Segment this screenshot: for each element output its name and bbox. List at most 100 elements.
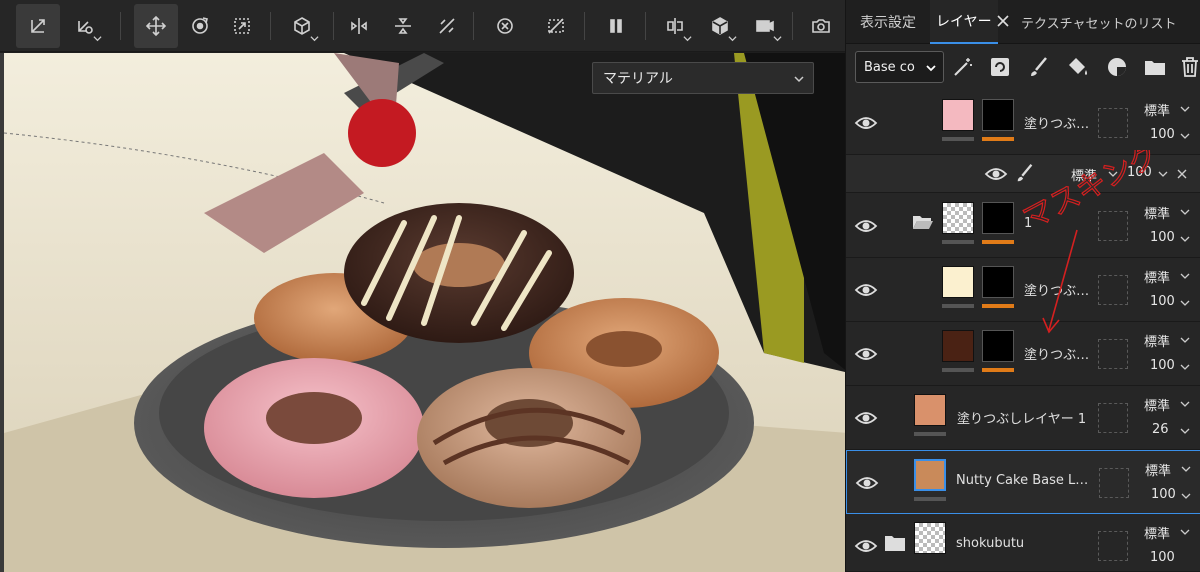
orbit-icon bbox=[192, 17, 208, 34]
separator bbox=[584, 12, 585, 40]
layer-name[interactable]: 塗りつぶ… bbox=[1024, 344, 1094, 363]
channel-dropdown[interactable]: Base co bbox=[855, 51, 944, 83]
mirror-x-button[interactable] bbox=[337, 4, 381, 48]
separator bbox=[333, 12, 334, 40]
3d-cube-button[interactable] bbox=[698, 4, 742, 48]
blend-mode[interactable]: 標準 bbox=[1144, 267, 1170, 286]
layer-name[interactable]: shokubutu bbox=[956, 536, 1024, 551]
mask-thumbnail[interactable] bbox=[982, 99, 1014, 131]
blend-mode[interactable]: 標準 bbox=[1144, 331, 1170, 350]
tab-texture-set-list[interactable]: テクスチャセットのリスト bbox=[1021, 0, 1176, 44]
eye-icon[interactable] bbox=[854, 534, 878, 558]
folder-icon[interactable] bbox=[884, 534, 906, 552]
opacity-value[interactable]: 100 bbox=[1151, 487, 1176, 502]
eye-icon[interactable] bbox=[854, 111, 878, 135]
3d-viewport[interactable]: マテリアル bbox=[0, 53, 845, 572]
layer-thumbnail bbox=[942, 330, 974, 362]
close-icon[interactable] bbox=[996, 14, 1010, 28]
cube-view-button[interactable] bbox=[280, 4, 324, 48]
add-effect-button[interactable] bbox=[950, 54, 976, 80]
layer-name[interactable]: 塗りつぶ… bbox=[1024, 113, 1094, 132]
mask-thumbnail[interactable] bbox=[982, 266, 1014, 298]
add-paint-layer-button[interactable] bbox=[1026, 54, 1052, 80]
hide-selection-button[interactable] bbox=[534, 4, 578, 48]
mask-thumbnail[interactable] bbox=[982, 202, 1014, 234]
move-button[interactable] bbox=[134, 4, 178, 48]
thumbnail-bar bbox=[942, 240, 974, 244]
mask-thumbnail[interactable] bbox=[982, 330, 1014, 362]
opacity-value[interactable]: 100 bbox=[1150, 550, 1175, 565]
effect-row[interactable]: 標準 100 bbox=[846, 155, 1200, 193]
layer-name[interactable]: Nutty Cake Base L… bbox=[956, 473, 1094, 488]
opacity-value[interactable]: 26 bbox=[1152, 422, 1169, 437]
tab-layers[interactable]: レイヤー bbox=[930, 0, 998, 44]
material-dropdown[interactable]: マテリアル bbox=[592, 62, 814, 94]
split-view-button[interactable] bbox=[653, 4, 697, 48]
blend-mode[interactable]: 標準 bbox=[1144, 100, 1170, 119]
folder-icon bbox=[1145, 61, 1165, 75]
layer-row[interactable]: 塗りつぶ… 標準 100 bbox=[846, 258, 1200, 322]
folder-open-icon[interactable] bbox=[912, 212, 934, 232]
effect-opacity[interactable]: 100 bbox=[1127, 165, 1152, 180]
blend-mode[interactable]: 標準 bbox=[1144, 523, 1170, 542]
blend-mode[interactable]: 標準 bbox=[1144, 395, 1170, 414]
thumbnail-bar bbox=[942, 368, 974, 372]
opacity-value[interactable]: 100 bbox=[1150, 294, 1175, 309]
layer-row[interactable]: 塗りつぶ… 標準 100 bbox=[846, 91, 1200, 155]
opacity-value[interactable]: 100 bbox=[1150, 358, 1175, 373]
reset-view-button[interactable] bbox=[483, 4, 527, 48]
eye-icon[interactable] bbox=[855, 471, 879, 495]
opacity-value[interactable]: 100 bbox=[1150, 230, 1175, 245]
eye-icon[interactable] bbox=[854, 342, 878, 366]
mirror-x-icon bbox=[351, 18, 367, 34]
layer-row[interactable]: 塗りつぶ… 標準 100 bbox=[846, 322, 1200, 386]
layer-name[interactable]: 塗りつぶしレイヤー 1 bbox=[957, 408, 1086, 427]
blend-mode[interactable]: 標準 bbox=[1145, 460, 1171, 479]
effect-blend-mode[interactable]: 標準 bbox=[1071, 165, 1097, 184]
chevron-down-icon bbox=[1180, 529, 1190, 535]
layer-slot bbox=[1098, 339, 1128, 369]
layer-slot bbox=[1098, 275, 1128, 305]
transform-button[interactable] bbox=[16, 4, 60, 48]
eye-icon[interactable] bbox=[854, 278, 878, 302]
separator bbox=[645, 12, 646, 40]
thumbnail-bar bbox=[942, 304, 974, 308]
layer-name[interactable]: 1 bbox=[1024, 216, 1032, 231]
camera-button[interactable] bbox=[743, 4, 787, 48]
screenshot-button[interactable] bbox=[799, 4, 843, 48]
layer-slot bbox=[1099, 468, 1129, 498]
add-folder-button[interactable] bbox=[1142, 54, 1168, 80]
mirror-diagonal-button[interactable] bbox=[425, 4, 469, 48]
close-icon[interactable] bbox=[1176, 168, 1188, 180]
chevron-down-icon bbox=[310, 36, 319, 42]
layer-row-selected[interactable]: Nutty Cake Base L… 標準 100 bbox=[846, 450, 1200, 514]
opacity-value[interactable]: 100 bbox=[1150, 127, 1175, 142]
chevron-down-icon bbox=[1180, 428, 1190, 434]
layer-thumbnail bbox=[942, 202, 974, 234]
blend-mode[interactable]: 標準 bbox=[1144, 203, 1170, 222]
eye-icon[interactable] bbox=[854, 214, 878, 238]
layer-row[interactable]: 1 標準 100 bbox=[846, 194, 1200, 258]
tab-display-settings[interactable]: 表示設定 bbox=[860, 0, 916, 44]
eye-icon[interactable] bbox=[854, 406, 878, 430]
layer-row[interactable]: 塗りつぶしレイヤー 1 標準 26 bbox=[846, 386, 1200, 450]
fit-view-button[interactable] bbox=[220, 4, 264, 48]
material-dropdown-label: マテリアル bbox=[603, 71, 673, 87]
mirror-y-button[interactable] bbox=[381, 4, 425, 48]
eye-icon[interactable] bbox=[984, 162, 1008, 186]
chevron-down-icon bbox=[1108, 171, 1118, 177]
mask-refresh-icon bbox=[991, 58, 1009, 76]
orbit-button[interactable] bbox=[178, 4, 222, 48]
fit-view-icon bbox=[234, 18, 250, 34]
transform-options-button[interactable] bbox=[63, 4, 107, 48]
layers-panel: 表示設定 レイヤー テクスチャセットのリスト Base co 塗りつぶ… 標準 … bbox=[845, 0, 1200, 572]
layer-name[interactable]: 塗りつぶ… bbox=[1024, 280, 1094, 299]
add-smart-material-button[interactable] bbox=[1104, 54, 1130, 80]
mirror-diagonal-icon bbox=[439, 18, 455, 34]
panel-tabs: 表示設定 レイヤー テクスチャセットのリスト bbox=[846, 0, 1200, 44]
pause-button[interactable] bbox=[594, 4, 638, 48]
add-fill-layer-button[interactable] bbox=[1065, 54, 1091, 80]
add-mask-button[interactable] bbox=[987, 54, 1013, 80]
delete-layer-button[interactable] bbox=[1177, 54, 1200, 80]
layer-row[interactable]: shokubutu 標準 100 bbox=[846, 514, 1200, 572]
